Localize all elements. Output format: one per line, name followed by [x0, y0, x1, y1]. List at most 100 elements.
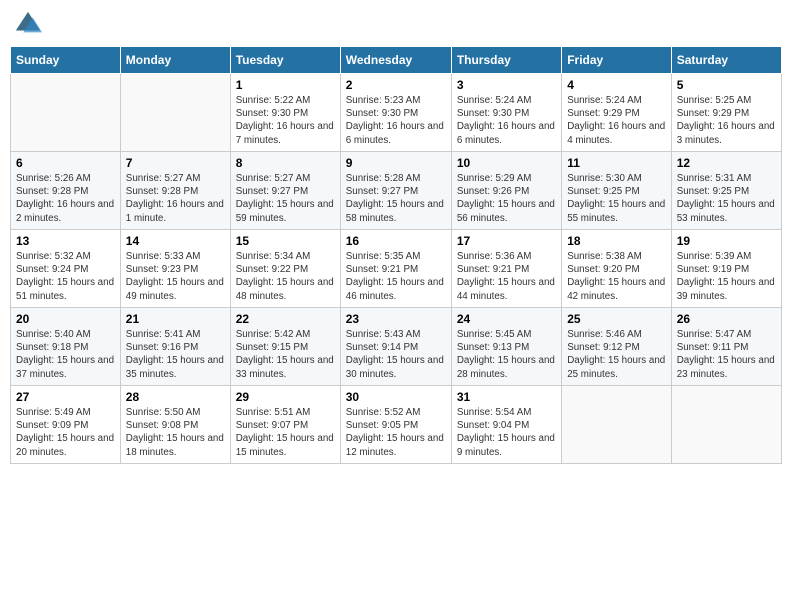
day-info: Sunrise: 5:42 AM Sunset: 9:15 PM Dayligh… — [236, 328, 335, 381]
day-info: Sunrise: 5:32 AM Sunset: 9:24 PM Dayligh… — [16, 250, 115, 303]
day-info: Sunrise: 5:43 AM Sunset: 9:14 PM Dayligh… — [346, 328, 446, 381]
day-info: Sunrise: 5:23 AM Sunset: 9:30 PM Dayligh… — [346, 94, 446, 147]
calendar-cell: 18 Sunrise: 5:38 AM Sunset: 9:20 PM Dayli… — [562, 230, 672, 308]
calendar-cell: 25 Sunrise: 5:46 AM Sunset: 9:12 PM Dayli… — [562, 308, 672, 386]
calendar-cell: 20 Sunrise: 5:40 AM Sunset: 9:18 PM Dayli… — [11, 308, 121, 386]
calendar-cell: 1 Sunrise: 5:22 AM Sunset: 9:30 PM Daylig… — [230, 74, 340, 152]
day-info: Sunrise: 5:25 AM Sunset: 9:29 PM Dayligh… — [677, 94, 776, 147]
day-number: 20 — [16, 312, 115, 326]
day-number: 30 — [346, 390, 446, 404]
calendar-cell: 11Sunrise: 5:30 AM Sunset: 9:25 PM Dayli… — [562, 152, 672, 230]
day-info: Sunrise: 5:52 AM Sunset: 9:05 PM Dayligh… — [346, 406, 446, 459]
day-info: Sunrise: 5:29 AM Sunset: 9:26 PM Dayligh… — [457, 172, 556, 225]
day-info: Sunrise: 5:50 AM Sunset: 9:08 PM Dayligh… — [126, 406, 225, 459]
day-number: 15 — [236, 234, 335, 248]
day-number: 16 — [346, 234, 446, 248]
calendar-cell: 19Sunrise: 5:39 AM Sunset: 9:19 PM Dayli… — [671, 230, 781, 308]
day-number: 28 — [126, 390, 225, 404]
day-number: 21 — [126, 312, 225, 326]
calendar-week-5: 27 Sunrise: 5:49 AM Sunset: 9:09 PM Dayli… — [11, 386, 782, 464]
day-number: 12 — [677, 156, 776, 170]
day-number: 10 — [457, 156, 556, 170]
calendar-cell: 8 Sunrise: 5:27 AM Sunset: 9:27 PM Daylig… — [230, 152, 340, 230]
calendar-cell: 7 Sunrise: 5:27 AM Sunset: 9:28 PM Daylig… — [120, 152, 230, 230]
day-info: Sunrise: 5:46 AM Sunset: 9:12 PM Dayligh… — [567, 328, 666, 381]
day-info: Sunrise: 5:54 AM Sunset: 9:04 PM Dayligh… — [457, 406, 556, 459]
day-info: Sunrise: 5:24 AM Sunset: 9:30 PM Dayligh… — [457, 94, 556, 147]
calendar-cell: 17Sunrise: 5:36 AM Sunset: 9:21 PM Dayli… — [451, 230, 561, 308]
day-info: Sunrise: 5:45 AM Sunset: 9:13 PM Dayligh… — [457, 328, 556, 381]
page-header — [10, 10, 782, 38]
day-info: Sunrise: 5:31 AM Sunset: 9:25 PM Dayligh… — [677, 172, 776, 225]
calendar-cell: 26Sunrise: 5:47 AM Sunset: 9:11 PM Dayli… — [671, 308, 781, 386]
weekday-header-monday: Monday — [120, 47, 230, 74]
day-info: Sunrise: 5:24 AM Sunset: 9:29 PM Dayligh… — [567, 94, 666, 147]
day-number: 1 — [236, 78, 335, 92]
calendar-cell: 6 Sunrise: 5:26 AM Sunset: 9:28 PM Daylig… — [11, 152, 121, 230]
weekday-header-friday: Friday — [562, 47, 672, 74]
day-info: Sunrise: 5:34 AM Sunset: 9:22 PM Dayligh… — [236, 250, 335, 303]
weekday-header-sunday: Sunday — [11, 47, 121, 74]
day-info: Sunrise: 5:41 AM Sunset: 9:16 PM Dayligh… — [126, 328, 225, 381]
day-number: 23 — [346, 312, 446, 326]
day-number: 25 — [567, 312, 666, 326]
day-info: Sunrise: 5:33 AM Sunset: 9:23 PM Dayligh… — [126, 250, 225, 303]
day-number: 26 — [677, 312, 776, 326]
day-info: Sunrise: 5:51 AM Sunset: 9:07 PM Dayligh… — [236, 406, 335, 459]
day-info: Sunrise: 5:27 AM Sunset: 9:28 PM Dayligh… — [126, 172, 225, 225]
calendar-cell: 13 Sunrise: 5:32 AM Sunset: 9:24 PM Dayli… — [11, 230, 121, 308]
calendar-cell: 24 Sunrise: 5:45 AM Sunset: 9:13 PM Dayli… — [451, 308, 561, 386]
day-number: 5 — [677, 78, 776, 92]
day-number: 4 — [567, 78, 666, 92]
calendar-cell: 28 Sunrise: 5:50 AM Sunset: 9:08 PM Dayli… — [120, 386, 230, 464]
calendar-cell: 23 Sunrise: 5:43 AM Sunset: 9:14 PM Dayli… — [340, 308, 451, 386]
calendar-cell: 10 Sunrise: 5:29 AM Sunset: 9:26 PM Dayli… — [451, 152, 561, 230]
calendar-cell: 9 Sunrise: 5:28 AM Sunset: 9:27 PM Daylig… — [340, 152, 451, 230]
day-number: 19 — [677, 234, 776, 248]
day-number: 6 — [16, 156, 115, 170]
day-info: Sunrise: 5:26 AM Sunset: 9:28 PM Dayligh… — [16, 172, 115, 225]
calendar-cell — [562, 386, 672, 464]
day-number: 2 — [346, 78, 446, 92]
day-number: 9 — [346, 156, 446, 170]
day-number: 31 — [457, 390, 556, 404]
weekday-header-thursday: Thursday — [451, 47, 561, 74]
day-info: Sunrise: 5:40 AM Sunset: 9:18 PM Dayligh… — [16, 328, 115, 381]
day-number: 7 — [126, 156, 225, 170]
logo-icon — [14, 10, 42, 38]
calendar-cell — [120, 74, 230, 152]
day-info: Sunrise: 5:38 AM Sunset: 9:20 PM Dayligh… — [567, 250, 666, 303]
day-number: 27 — [16, 390, 115, 404]
calendar-week-4: 20 Sunrise: 5:40 AM Sunset: 9:18 PM Dayli… — [11, 308, 782, 386]
day-number: 14 — [126, 234, 225, 248]
logo — [14, 10, 46, 38]
day-number: 18 — [567, 234, 666, 248]
day-number: 8 — [236, 156, 335, 170]
day-number: 11 — [567, 156, 666, 170]
calendar-cell: 30 Sunrise: 5:52 AM Sunset: 9:05 PM Dayli… — [340, 386, 451, 464]
day-info: Sunrise: 5:35 AM Sunset: 9:21 PM Dayligh… — [346, 250, 446, 303]
day-info: Sunrise: 5:27 AM Sunset: 9:27 PM Dayligh… — [236, 172, 335, 225]
calendar-cell: 4 Sunrise: 5:24 AM Sunset: 9:29 PM Daylig… — [562, 74, 672, 152]
weekday-header-row: SundayMondayTuesdayWednesdayThursdayFrid… — [11, 47, 782, 74]
day-number: 3 — [457, 78, 556, 92]
calendar-cell: 12 Sunrise: 5:31 AM Sunset: 9:25 PM Dayli… — [671, 152, 781, 230]
calendar-cell: 14 Sunrise: 5:33 AM Sunset: 9:23 PM Dayli… — [120, 230, 230, 308]
day-info: Sunrise: 5:49 AM Sunset: 9:09 PM Dayligh… — [16, 406, 115, 459]
calendar-cell: 16 Sunrise: 5:35 AM Sunset: 9:21 PM Dayli… — [340, 230, 451, 308]
day-number: 24 — [457, 312, 556, 326]
calendar-cell: 29Sunrise: 5:51 AM Sunset: 9:07 PM Dayli… — [230, 386, 340, 464]
calendar-table: SundayMondayTuesdayWednesdayThursdayFrid… — [10, 46, 782, 464]
calendar-week-3: 13 Sunrise: 5:32 AM Sunset: 9:24 PM Dayli… — [11, 230, 782, 308]
day-number: 13 — [16, 234, 115, 248]
calendar-week-1: 1 Sunrise: 5:22 AM Sunset: 9:30 PM Daylig… — [11, 74, 782, 152]
calendar-cell: 15 Sunrise: 5:34 AM Sunset: 9:22 PM Dayli… — [230, 230, 340, 308]
calendar-cell: 21 Sunrise: 5:41 AM Sunset: 9:16 PM Dayli… — [120, 308, 230, 386]
calendar-cell — [671, 386, 781, 464]
day-info: Sunrise: 5:22 AM Sunset: 9:30 PM Dayligh… — [236, 94, 335, 147]
calendar-cell: 27 Sunrise: 5:49 AM Sunset: 9:09 PM Dayli… — [11, 386, 121, 464]
weekday-header-tuesday: Tuesday — [230, 47, 340, 74]
calendar-cell: 3 Sunrise: 5:24 AM Sunset: 9:30 PM Daylig… — [451, 74, 561, 152]
calendar-cell — [11, 74, 121, 152]
day-info: Sunrise: 5:28 AM Sunset: 9:27 PM Dayligh… — [346, 172, 446, 225]
